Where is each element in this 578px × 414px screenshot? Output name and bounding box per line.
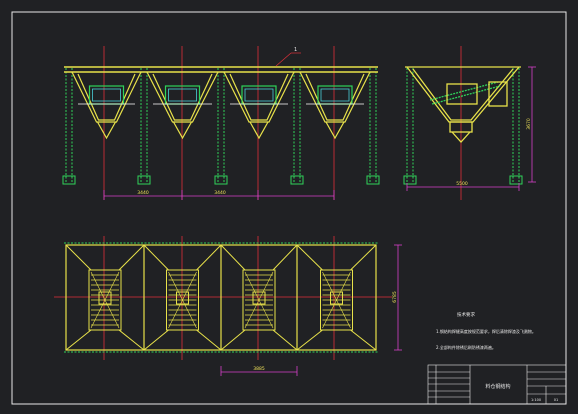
plan-view: 3885 6785 — [54, 236, 402, 376]
drawing-sheet: 3440 3440 1 5500 3670 3885 6785 技术要求 1.钢… — [11, 11, 567, 405]
dim-text-span-1: 3440 — [137, 190, 149, 196]
title-block-sheet: 01 — [554, 398, 558, 402]
front-column-bases — [62, 175, 380, 185]
hopper-2 — [146, 71, 219, 140]
technical-notes: 技术要求 1.钢结构焊缝高度按规范要求，焊后清除焊渣及飞溅物。 2.全部构件除锈… — [436, 311, 536, 350]
side-elevation-view: 5500 3670 — [403, 46, 536, 200]
front-hoppers — [71, 71, 371, 140]
notes-line-1: 1.钢结构焊缝高度按规范要求，焊后清除焊渣及飞溅物。 — [436, 328, 536, 334]
title-block-title: 料仓钢结构 — [485, 383, 510, 390]
dim-text-span-2: 3440 — [214, 190, 226, 196]
plan-cell-1 — [65, 244, 145, 351]
dim-text-side-height: 3670 — [526, 118, 532, 130]
hopper-3 — [223, 71, 295, 140]
front-columns — [65, 68, 377, 182]
dim-text-plan-bay: 3885 — [253, 366, 265, 372]
front-top-beam — [64, 66, 378, 73]
plan-cell-2 — [143, 244, 222, 351]
hopper-1 — [71, 71, 142, 140]
dim-text-side-width: 5500 — [456, 181, 468, 187]
dim-text-plan-depth: 6785 — [392, 291, 398, 303]
front-elevation-view: 3440 3440 1 — [62, 46, 380, 200]
plan-cell-4 — [296, 244, 377, 351]
hopper-4 — [299, 71, 371, 140]
title-block-scale: 1:100 — [531, 398, 541, 402]
front-span-dimension: 3440 3440 — [103, 190, 335, 200]
plan-cell-3 — [220, 244, 298, 351]
notes-heading: 技术要求 — [457, 311, 475, 318]
callout-number: 1 — [294, 47, 297, 53]
notes-line-2: 2.全部构件除锈后刷防锈漆两遍。 — [436, 344, 496, 350]
cad-drawing-canvas: 3440 3440 1 5500 3670 3885 6785 技术要求 1.钢… — [0, 0, 578, 414]
part-callout: 1 — [275, 47, 301, 67]
